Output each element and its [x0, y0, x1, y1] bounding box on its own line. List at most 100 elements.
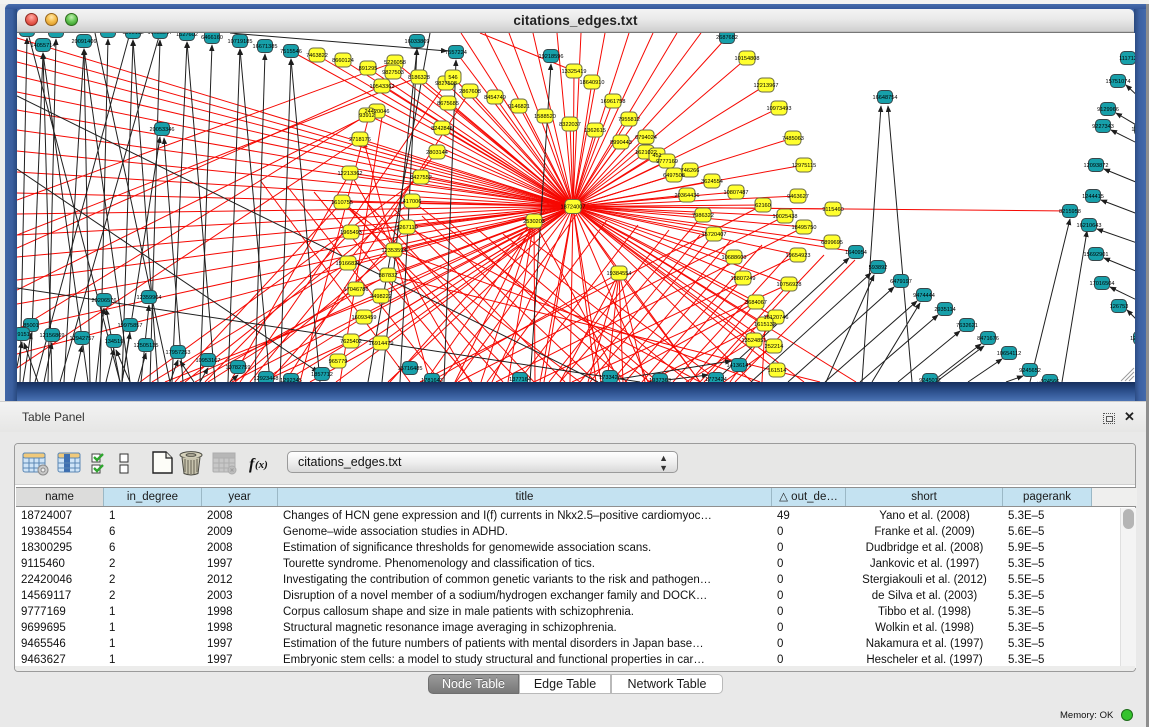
svg-text:1377164: 1377164: [509, 377, 531, 382]
svg-text:20091406: 20091406: [72, 39, 97, 45]
svg-text:16210643: 16210643: [1077, 223, 1102, 229]
svg-text:16033809: 16033809: [405, 39, 430, 45]
svg-text:7485063: 7485063: [782, 136, 804, 142]
svg-text:161514: 161514: [768, 368, 787, 374]
svg-text:12359904: 12359904: [137, 295, 162, 301]
svg-text:9463627: 9463627: [787, 194, 809, 200]
svg-text:8242848: 8242848: [431, 126, 453, 132]
svg-text:2867608: 2867608: [459, 89, 481, 95]
svg-text:252214: 252214: [765, 344, 784, 350]
svg-text:19166825: 19166825: [336, 261, 361, 267]
svg-text:8471676: 8471676: [977, 336, 999, 342]
svg-text:2687682: 2687682: [716, 35, 738, 41]
svg-text:9115460: 9115460: [822, 207, 843, 213]
svg-text:5226058: 5226058: [384, 60, 406, 66]
svg-text:2530203: 2530203: [523, 219, 545, 225]
svg-text:8186328: 8186328: [408, 75, 430, 81]
svg-text:16671385: 16671385: [253, 44, 278, 50]
svg-text:7632621: 7632621: [956, 323, 978, 329]
svg-text:7557224: 7557224: [445, 50, 467, 56]
svg-text:18640910: 18640910: [580, 80, 605, 86]
svg-text:2405571: 2405571: [17, 33, 38, 34]
svg-text:8215958: 8215958: [1059, 209, 1081, 215]
svg-text:20364436: 20364436: [675, 193, 700, 199]
svg-text:12505135: 12505135: [134, 343, 159, 349]
svg-text:12975115: 12975115: [792, 163, 816, 169]
svg-text:6479197: 6479197: [890, 279, 912, 285]
svg-text:16961758: 16961758: [601, 99, 626, 105]
svg-text:12923448: 12923448: [254, 376, 279, 382]
svg-text:14055714: 14055714: [31, 43, 56, 49]
svg-text:746266: 746266: [681, 168, 700, 174]
svg-text:16093459: 16093459: [352, 315, 377, 321]
svg-text:85001: 85001: [23, 323, 39, 329]
svg-text:17016504: 17016504: [1090, 281, 1115, 287]
svg-text:9245652: 9245652: [1019, 368, 1041, 374]
svg-text:15716485: 15716485: [398, 366, 423, 372]
svg-text:62160: 62160: [755, 203, 771, 209]
svg-text:39151: 39151: [17, 332, 30, 338]
svg-text:10719185: 10719185: [228, 39, 253, 45]
svg-text:13524851: 13524851: [742, 338, 767, 344]
svg-text:93912: 93912: [359, 113, 375, 119]
svg-text:2803144: 2803144: [426, 150, 448, 156]
svg-text:19218596: 19218596: [539, 54, 564, 60]
svg-text:965779: 965779: [329, 359, 348, 365]
svg-text:16914479: 16914479: [369, 341, 394, 347]
svg-text:13325419: 13325419: [562, 69, 587, 75]
svg-text:8454749: 8454749: [484, 95, 506, 101]
svg-text:593892: 593892: [869, 265, 888, 271]
svg-text:417006: 417006: [403, 199, 422, 205]
svg-text:20206576: 20206576: [92, 298, 117, 304]
svg-text:12213967: 12213967: [754, 83, 779, 89]
svg-text:10953107: 10953107: [196, 358, 221, 364]
svg-text:18807249: 18807249: [731, 276, 756, 282]
svg-text:1857712: 1857712: [311, 372, 333, 378]
svg-text:10807487: 10807487: [724, 190, 749, 196]
svg-text:887832: 887832: [379, 273, 398, 279]
svg-text:(x): (x): [255, 459, 268, 471]
svg-text:7463822: 7463822: [306, 53, 328, 59]
svg-text:1610755: 1610755: [331, 200, 353, 206]
svg-text:1405572: 1405572: [45, 33, 67, 35]
svg-text:1362615: 1362615: [584, 128, 606, 134]
svg-text:10154808: 10154808: [735, 56, 760, 62]
svg-text:3624554: 3624554: [701, 179, 723, 185]
svg-text:6466160: 6466160: [201, 35, 223, 41]
svg-text:7515546: 7515546: [280, 49, 302, 55]
svg-text:10653267: 10653267: [148, 33, 173, 36]
svg-text:19384554: 19384554: [607, 271, 632, 277]
svg-text:9227343: 9227343: [1092, 124, 1114, 130]
svg-text:126753: 126753: [1110, 304, 1129, 310]
svg-text:891295: 891295: [359, 66, 378, 72]
svg-text:1615132: 1615132: [754, 322, 776, 328]
svg-text:1527602: 1527602: [176, 33, 198, 38]
svg-text:546: 546: [448, 75, 457, 81]
svg-text:15692901: 15692901: [1084, 252, 1109, 258]
svg-text:9245012: 9245012: [919, 378, 941, 382]
svg-text:1292345: 1292345: [280, 378, 302, 382]
svg-text:1937363: 1937363: [649, 378, 671, 382]
svg-text:8322037: 8322037: [559, 122, 581, 128]
svg-text:17046786: 17046786: [344, 287, 369, 293]
svg-text:7955812: 7955812: [618, 117, 640, 123]
svg-text:16120746: 16120746: [764, 315, 789, 321]
svg-text:1292046: 1292046: [1130, 336, 1135, 342]
svg-text:10025438: 10025438: [773, 214, 798, 220]
svg-text:18724007: 18724007: [561, 205, 586, 211]
svg-text:12353594: 12353594: [382, 248, 407, 254]
svg-text:111712: 111712: [1119, 56, 1135, 62]
svg-text:12942757: 12942757: [70, 336, 95, 342]
svg-text:16648754: 16648754: [873, 95, 898, 101]
svg-text:8660124: 8660124: [332, 58, 354, 64]
svg-text:6794024: 6794024: [635, 135, 657, 141]
svg-text:2935114: 2935114: [934, 307, 955, 313]
svg-text:9827503: 9827503: [382, 70, 404, 76]
svg-text:3267110: 3267110: [396, 225, 417, 231]
svg-text:8427552: 8427552: [410, 175, 432, 181]
svg-text:10973493: 10973493: [767, 106, 792, 112]
svg-text:9777169: 9777169: [656, 159, 678, 165]
svg-text:1057101: 1057101: [97, 33, 119, 35]
svg-text:15751074: 15751074: [1106, 79, 1131, 85]
svg-text:9605118: 9605118: [122, 33, 143, 36]
